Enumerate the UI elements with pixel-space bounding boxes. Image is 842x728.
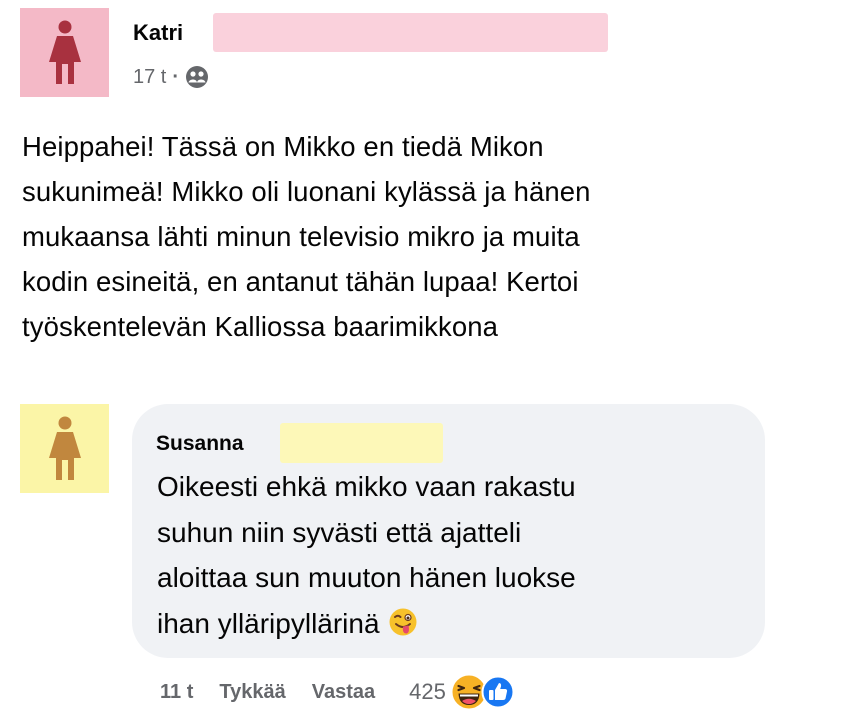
comment-time[interactable]: 11 t xyxy=(160,681,193,704)
author-name-redaction xyxy=(213,13,608,52)
female-silhouette-icon xyxy=(48,20,81,84)
meta-separator: · xyxy=(172,65,180,88)
post-text: Heippahei! Tässä on Mikko en tiedä Mikon… xyxy=(22,131,591,342)
comment-text: Oikeesti ehkä mikko vaan rakastu suhun n… xyxy=(157,464,747,650)
reply-button[interactable]: Vastaa xyxy=(312,681,375,704)
commenter-name[interactable]: Susanna xyxy=(156,431,244,457)
post-meta: 17 t · xyxy=(133,62,209,92)
female-silhouette-icon xyxy=(48,416,81,480)
commenter-avatar[interactable] xyxy=(20,404,109,493)
post-author-name[interactable]: Katri xyxy=(133,20,183,46)
like-button[interactable]: Tykkää xyxy=(219,681,285,704)
commenter-name-redaction xyxy=(280,423,443,463)
reaction-icons[interactable] xyxy=(450,672,520,712)
comment-actions: 11 t Tykkää Vastaa 425 xyxy=(160,672,520,712)
friends-icon[interactable] xyxy=(185,65,209,89)
post-author-avatar[interactable] xyxy=(20,8,109,97)
winking-tongue-emoji-icon xyxy=(388,605,418,651)
reaction-count[interactable]: 425 xyxy=(409,679,446,705)
like-icon xyxy=(481,675,515,709)
comment-text-content: Oikeesti ehkä mikko vaan rakastu suhun n… xyxy=(157,471,576,639)
post-time[interactable]: 17 t xyxy=(133,66,166,89)
